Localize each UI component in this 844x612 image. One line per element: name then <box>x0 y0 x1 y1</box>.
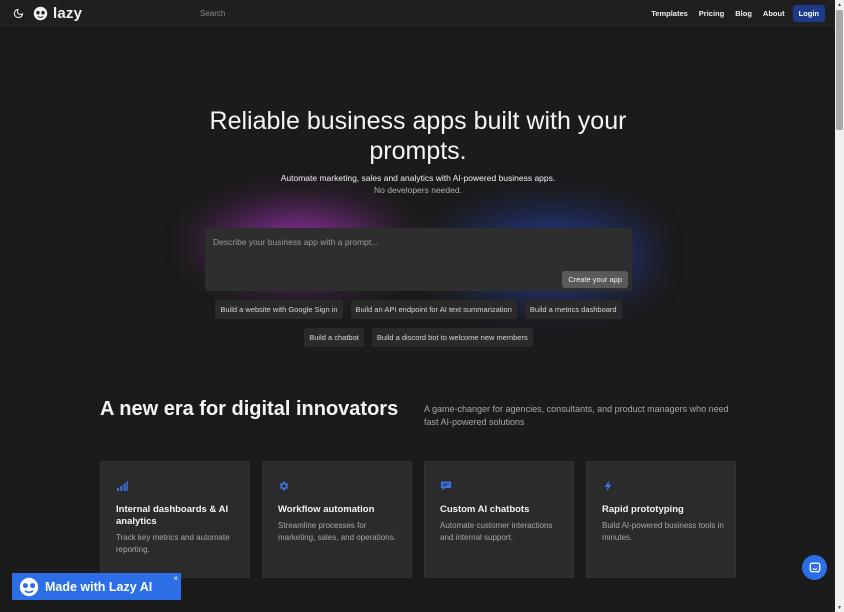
suggestion-row-1: Build a website with Google Sign in Buil… <box>205 300 632 319</box>
card-title: Internal dashboards & AI analytics <box>116 504 229 527</box>
prompt-box: Create your app <box>205 228 632 291</box>
feature-card-prototyping: Rapid prototyping Build AI-powered busin… <box>586 461 736 578</box>
chat-icon <box>441 481 451 491</box>
section-description: A game-changer for agencies, consultants… <box>424 404 729 427</box>
nav-blog[interactable]: Blog <box>735 9 752 18</box>
top-navigation-bar: lazy Templates Pricing Blog About Login <box>0 0 835 26</box>
scrollbar-thumb[interactable] <box>836 10 843 130</box>
suggestion-chip[interactable]: Build a metrics dashboard <box>524 300 622 319</box>
card-title: Custom AI chatbots <box>440 504 530 515</box>
badge-text: Made with Lazy AI <box>45 579 153 594</box>
main-nav: Templates Pricing Blog About Login <box>651 4 825 22</box>
feature-card-dashboards: Internal dashboards & AI analytics Track… <box>100 461 250 578</box>
logo-text: lazy <box>53 4 83 22</box>
lazy-badge-logo-icon <box>19 577 39 596</box>
card-description: Streamline processes for marketing, sale… <box>278 521 396 542</box>
card-description: Track key metrics and automate reporting… <box>116 533 230 554</box>
card-title: Workflow automation <box>278 504 375 515</box>
suggestion-chip[interactable]: Build a chatbot <box>304 328 364 347</box>
hero-title: Reliable business apps built with your p… <box>209 107 627 165</box>
suggestion-chip[interactable]: Build a discord bot to welcome new membe… <box>371 328 533 347</box>
chat-support-button[interactable] <box>802 555 827 580</box>
theme-toggle-button[interactable] <box>12 7 24 19</box>
suggestion-chip[interactable]: Build a website with Google Sign in <box>215 300 343 319</box>
scroll-up-arrow-icon[interactable]: ▲ <box>836 1 843 8</box>
nav-pricing[interactable]: Pricing <box>699 9 724 18</box>
lightning-icon <box>604 480 612 492</box>
hero-subtitle-secondary: No developers needed. <box>374 185 462 195</box>
gear-icon <box>279 481 289 491</box>
hero-subtitle: Automate marketing, sales and analytics … <box>280 173 556 183</box>
made-with-lazy-badge[interactable]: Made with Lazy AI × <box>12 573 181 600</box>
feature-card-chatbots: Custom AI chatbots Automate customer int… <box>424 461 574 578</box>
card-title: Rapid prototyping <box>602 504 684 515</box>
chat-bubble-icon <box>809 562 820 573</box>
feature-card-workflow: Workflow automation Streamline processes… <box>262 461 412 578</box>
card-description: Build AI-powered business tools in minut… <box>602 521 724 542</box>
nav-templates[interactable]: Templates <box>651 9 688 18</box>
lazy-logo[interactable]: lazy <box>33 4 83 22</box>
login-button[interactable]: Login <box>792 4 825 22</box>
moon-icon <box>13 8 23 18</box>
vertical-scrollbar[interactable]: ▲ ▼ <box>835 0 844 612</box>
nav-about[interactable]: About <box>763 9 785 18</box>
bar-chart-icon <box>117 481 128 491</box>
search-input[interactable] <box>200 6 420 20</box>
lazy-logo-icon <box>33 6 48 20</box>
scroll-down-arrow-icon[interactable]: ▼ <box>836 604 843 611</box>
card-description: Automate customer interactions and inter… <box>440 521 553 542</box>
suggestion-row-2: Build a chatbot Build a discord bot to w… <box>205 328 632 347</box>
create-app-button[interactable]: Create your app <box>562 271 628 288</box>
section-title: A new era for digital innovators <box>100 398 399 420</box>
suggestion-chip[interactable]: Build an API endpoint for AI text summar… <box>350 300 517 319</box>
close-icon[interactable]: × <box>173 574 178 583</box>
